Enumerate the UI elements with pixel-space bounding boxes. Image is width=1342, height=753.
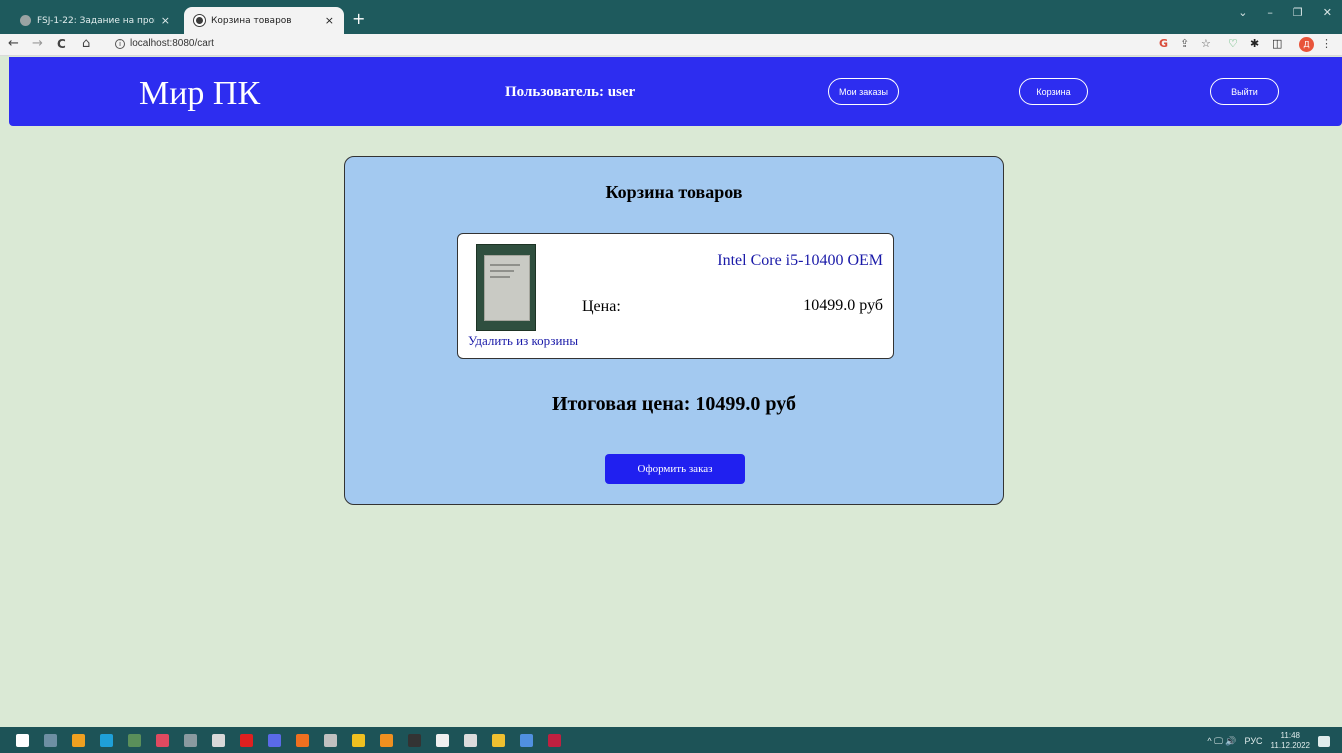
browser-tab-active[interactable]: Корзина товаров × [184,7,344,34]
site-logo[interactable]: Мир ПК [139,75,260,113]
taskbar-app-icon[interactable] [380,734,393,747]
taskbar-app-icon[interactable] [436,734,449,747]
site-info-icon[interactable]: i [115,39,125,49]
tray-icons[interactable]: ^ 🖵 🔊 [1207,736,1236,747]
url-text: localhost:8080/cart [130,38,214,49]
taskbar-app-icon[interactable] [72,734,85,747]
taskbar-clock[interactable]: 11:48 11.12.2022 [1271,731,1310,751]
product-name-link[interactable]: Intel Core i5-10400 OEM [717,252,883,270]
restore-icon[interactable]: ❐ [1293,6,1303,19]
tab-favicon-icon [194,15,205,26]
place-order-button[interactable]: Оформить заказ [605,454,745,484]
home-icon[interactable]: ⌂ [82,36,90,51]
site-header: Мир ПК Пользователь: user Мои заказы Кор… [9,57,1342,126]
tab-title: FSJ-1-22: Задание на промежут [37,15,155,26]
close-window-icon[interactable]: ✕ [1323,6,1332,19]
share-icon[interactable]: ⇪ [1180,37,1189,50]
clock-date: 11.12.2022 [1270,741,1310,750]
url-field[interactable]: i localhost:8080/cart [115,38,214,49]
extensions-puzzle-icon[interactable]: ✱ [1250,37,1259,50]
cart-button[interactable]: Корзина [1019,78,1088,105]
profile-avatar[interactable]: Д [1299,37,1314,52]
system-tray: ^ 🖵 🔊 РУС 11:48 11.12.2022 [1207,731,1330,751]
product-image[interactable] [476,244,536,331]
taskbar-app-icon[interactable] [408,734,421,747]
address-bar: ← → C ⌂ i localhost:8080/cart G ⇪ ☆ ♡ ✱ ◫… [0,34,1342,56]
taskbar-app-icon[interactable] [296,734,309,747]
tab-title: Корзина товаров [211,15,292,26]
reload-icon[interactable]: C [57,37,66,51]
cpu-chip-icon [484,255,530,321]
windows-taskbar: ^ 🖵 🔊 РУС 11:48 11.12.2022 [0,727,1342,753]
tab-favicon-icon [20,15,31,26]
product-price: 10499.0 руб [803,297,883,314]
translate-icon[interactable]: G [1159,37,1168,50]
start-menu-icon[interactable] [16,734,29,747]
language-indicator[interactable]: РУС [1245,736,1263,746]
browser-tabstrip: FSJ-1-22: Задание на промежут × Корзина … [0,0,1342,34]
taskbar-app-icon[interactable] [352,734,365,747]
taskbar-app-icon[interactable] [100,734,113,747]
remove-from-cart-link[interactable]: Удалить из корзины [468,333,578,349]
tab-close-icon[interactable]: × [161,14,170,27]
cart-item-card: Удалить из корзины Intel Core i5-10400 O… [457,233,894,359]
window-controls: ⌄ – ❐ ✕ [1238,6,1332,19]
cart-title: Корзина товаров [605,182,743,202]
total-price: Итоговая цена: 10499.0 руб [551,393,796,415]
taskbar-app-icon[interactable] [240,734,253,747]
tab-close-icon[interactable]: × [325,14,334,27]
taskbar-app-icon[interactable] [268,734,281,747]
taskbar-app-icon[interactable] [212,734,225,747]
browser-tab-inactive[interactable]: FSJ-1-22: Задание на промежут × [10,7,180,34]
notifications-icon[interactable] [1318,735,1330,747]
back-icon[interactable]: ← [8,36,19,51]
extension-shield-icon[interactable]: ♡ [1228,37,1238,50]
clock-time: 11:48 [1280,731,1300,740]
taskbar-app-icon[interactable] [548,734,561,747]
taskbar-app-icon[interactable] [464,734,477,747]
minimize-icon[interactable]: – [1267,6,1273,19]
taskbar-app-icon[interactable] [492,734,505,747]
logout-button[interactable]: Выйти [1210,78,1279,105]
browser-menu-icon[interactable]: ⋮ [1321,37,1332,50]
taskbar-app-icon[interactable] [520,734,533,747]
new-tab-button[interactable]: + [352,9,365,28]
taskbar-app-icon[interactable] [184,734,197,747]
price-label: Цена: [582,298,621,315]
cart-panel: Корзина товаров Удалить из корзины Intel… [344,156,1004,505]
taskbar-app-icon[interactable] [128,734,141,747]
taskbar-app-icon[interactable] [156,734,169,747]
tab-search-icon[interactable]: ⌄ [1238,6,1247,19]
current-user-label: Пользователь: user [505,84,636,100]
taskbar-app-icon[interactable] [324,734,337,747]
my-orders-button[interactable]: Мои заказы [828,78,899,105]
forward-icon[interactable]: → [32,36,43,51]
taskbar-app-icon[interactable] [44,734,57,747]
side-panel-icon[interactable]: ◫ [1272,37,1282,50]
bookmark-star-icon[interactable]: ☆ [1201,37,1211,50]
